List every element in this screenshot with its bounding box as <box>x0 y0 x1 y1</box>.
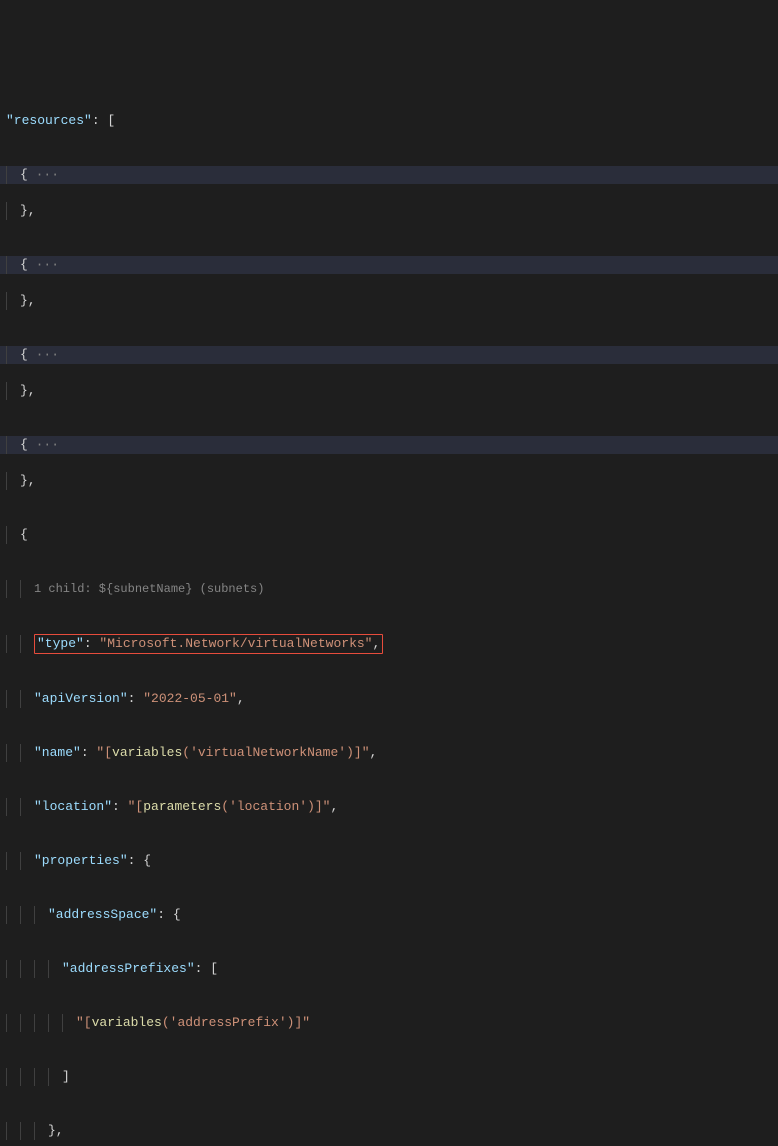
code-line[interactable]: "addressPrefixes": [ <box>0 960 778 978</box>
code-line[interactable]: }, <box>0 202 778 220</box>
punct: : [ <box>195 960 218 978</box>
code-line[interactable]: }, <box>0 382 778 400</box>
json-string: 'virtualNetworkName' <box>190 744 346 762</box>
folded-region[interactable]: { ··· <box>0 256 778 274</box>
folded-region[interactable]: { ··· <box>0 166 778 184</box>
json-string: )]" <box>307 798 330 816</box>
code-line[interactable]: ] <box>0 1068 778 1086</box>
json-string: )]" <box>346 744 369 762</box>
brace: { <box>20 346 28 364</box>
code-line[interactable]: "properties": { <box>0 852 778 870</box>
punct: , <box>330 798 338 816</box>
json-string: "[ <box>76 1014 92 1032</box>
json-key: "addressSpace" <box>48 906 157 924</box>
json-key: "name" <box>34 744 81 762</box>
json-key: "addressPrefixes" <box>62 960 195 978</box>
punct: : { <box>157 906 180 924</box>
fold-dots-icon[interactable]: ··· <box>28 436 59 454</box>
code-line[interactable]: "[variables('addressPrefix')]" <box>0 1014 778 1032</box>
punct: , <box>370 744 378 762</box>
code-line[interactable]: }, <box>0 472 778 490</box>
codelens-hint: 1 child: ${subnetName} (subnets) <box>34 580 264 598</box>
brace: }, <box>20 472 36 490</box>
brace: { <box>20 256 28 274</box>
code-line[interactable]: "resources": [ <box>0 112 778 130</box>
code-line[interactable]: "apiVersion": "2022-05-01", <box>0 690 778 708</box>
fn-call: parameters <box>143 798 221 816</box>
json-string: "2022-05-01" <box>143 690 237 708</box>
folded-region[interactable]: { ··· <box>0 346 778 364</box>
code-editor[interactable]: "resources": [ { ··· }, { ··· }, { ··· }… <box>0 76 778 1146</box>
code-line[interactable]: "type": "Microsoft.Network/virtualNetwor… <box>0 634 778 654</box>
punct: : { <box>128 852 151 870</box>
json-string: "[ <box>96 744 112 762</box>
punct: ] <box>62 1068 70 1086</box>
json-key: "resources" <box>6 112 92 130</box>
json-string: "Microsoft.Network/virtualNetworks" <box>99 636 372 651</box>
punct: : [ <box>92 112 115 130</box>
code-hint: 1 child: ${subnetName} (subnets) <box>0 580 778 598</box>
json-string: "[ <box>128 798 144 816</box>
code-line[interactable]: }, <box>0 292 778 310</box>
punct: , <box>372 636 380 651</box>
fn-call: variables <box>112 744 182 762</box>
code-line[interactable]: { <box>0 526 778 544</box>
code-line[interactable]: "addressSpace": { <box>0 906 778 924</box>
json-key: "apiVersion" <box>34 690 128 708</box>
brace: }, <box>20 292 36 310</box>
brace: }, <box>20 202 36 220</box>
brace: { <box>20 166 28 184</box>
json-key: "properties" <box>34 852 128 870</box>
code-line[interactable]: "name": "[variables('virtualNetworkName'… <box>0 744 778 762</box>
punct: , <box>237 690 245 708</box>
brace: { <box>20 526 28 544</box>
highlight-box: "type": "Microsoft.Network/virtualNetwor… <box>34 634 383 654</box>
fn-call: variables <box>92 1014 162 1032</box>
json-string: 'addressPrefix' <box>170 1014 287 1032</box>
json-key: "type" <box>37 636 84 651</box>
fold-dots-icon[interactable]: ··· <box>28 256 59 274</box>
punct: }, <box>48 1122 64 1140</box>
json-key: "location" <box>34 798 112 816</box>
folded-region[interactable]: { ··· <box>0 436 778 454</box>
fold-dots-icon[interactable]: ··· <box>28 166 59 184</box>
brace: { <box>20 436 28 454</box>
code-line[interactable]: "location": "[parameters('location')]", <box>0 798 778 816</box>
code-line[interactable]: }, <box>0 1122 778 1140</box>
json-string: )]" <box>287 1014 310 1032</box>
json-string: 'location' <box>229 798 307 816</box>
fold-dots-icon[interactable]: ··· <box>28 346 59 364</box>
brace: }, <box>20 382 36 400</box>
